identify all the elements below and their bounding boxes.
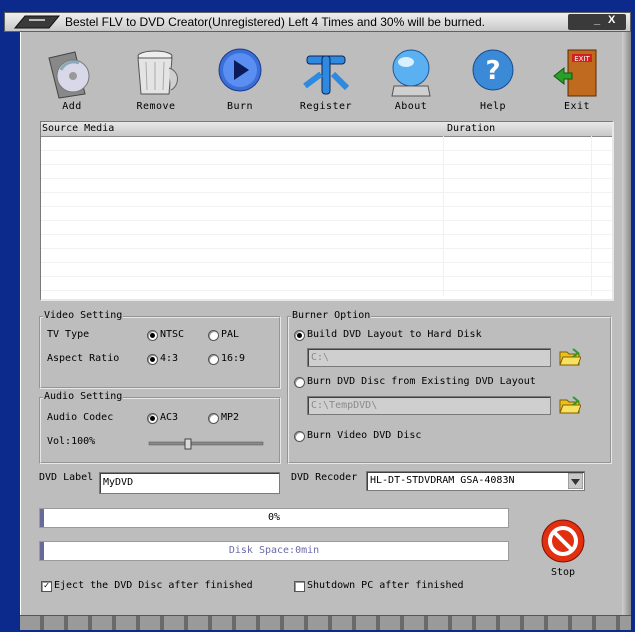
shutdown-label[interactable]: Shutdown PC after finished	[307, 580, 464, 591]
aspect-16-9-label[interactable]: 16:9	[221, 353, 245, 364]
shutdown-checkbox[interactable]	[294, 581, 305, 592]
empty-row	[41, 221, 612, 235]
empty-row	[41, 151, 612, 165]
eject-checkbox[interactable]: ✓	[41, 581, 52, 592]
stop-icon	[541, 519, 585, 563]
empty-row	[41, 277, 612, 291]
burn-button[interactable]: Burn	[206, 46, 274, 112]
source-media-list[interactable]: Source Media Duration	[40, 121, 614, 301]
about-button[interactable]: About	[376, 46, 446, 112]
media-list-header: Source Media Duration	[41, 122, 612, 137]
window-menu-icon[interactable]	[11, 14, 61, 30]
register-label: Register	[299, 101, 353, 112]
burn-existing-label[interactable]: Burn DVD Disc from Existing DVD Layout	[307, 376, 536, 387]
help-label: Help	[479, 101, 507, 112]
window-frame-bottom	[20, 615, 631, 630]
aspect-ratio-label: Aspect Ratio	[47, 353, 120, 364]
play-icon	[218, 48, 262, 92]
volume-label: Vol:100%	[47, 436, 96, 447]
aspect-16-9-radio[interactable]	[208, 354, 219, 365]
burn-existing-radio[interactable]	[294, 377, 305, 388]
svg-text:?: ?	[485, 56, 500, 86]
empty-row	[41, 137, 612, 151]
burn-video-dvd-radio[interactable]	[294, 431, 305, 442]
tv-type-label: TV Type	[47, 329, 90, 340]
disk-space-text: Disk Space:0min	[228, 545, 320, 556]
trash-icon	[137, 50, 178, 95]
exit-button[interactable]: EXIT Exit	[542, 46, 612, 112]
eject-label[interactable]: Eject the DVD Disc after finished	[54, 580, 253, 591]
existing-layout-path-field[interactable]: C:\TempDVD\	[307, 396, 551, 415]
empty-row	[41, 207, 612, 221]
column-duration[interactable]: Duration	[447, 123, 495, 134]
burner-option-title: Burner Option	[291, 310, 372, 321]
build-layout-label[interactable]: Build DVD Layout to Hard Disk	[307, 329, 482, 340]
help-button[interactable]: ? Help	[458, 46, 528, 112]
empty-row	[41, 165, 612, 179]
audio-setting-title: Audio Setting	[43, 391, 124, 402]
stop-label: Stop	[550, 567, 576, 578]
minimize-button[interactable]: _	[594, 14, 600, 26]
aspect-4-3-radio[interactable]	[147, 354, 158, 365]
register-button[interactable]: Register	[290, 46, 362, 112]
burn-label: Burn	[226, 101, 254, 112]
disk-space-fill	[40, 542, 44, 560]
audio-codec-label: Audio Codec	[47, 412, 114, 423]
dvd-label-caption: DVD Label	[39, 472, 94, 483]
layout-path-field[interactable]: C:\	[307, 348, 551, 367]
window-title: Bestel FLV to DVD Creator(Unregistered) …	[65, 15, 485, 29]
register-icon	[303, 55, 350, 95]
add-disc-icon	[48, 51, 90, 99]
disk-space-bar: Disk Space:0min	[39, 541, 509, 561]
column-source-media[interactable]: Source Media	[42, 123, 114, 134]
window-controls: _ X	[568, 14, 626, 30]
mp2-radio[interactable]	[208, 413, 219, 424]
help-icon: ?	[472, 49, 514, 91]
exit-label: Exit	[563, 101, 591, 112]
ntsc-radio[interactable]	[147, 330, 158, 341]
remove-label: Remove	[136, 101, 176, 112]
browse-folder-icon[interactable]	[559, 347, 581, 367]
audio-setting-group: Audio Setting	[39, 391, 281, 464]
app-window: Bestel FLV to DVD Creator(Unregistered) …	[0, 0, 635, 632]
volume-slider-thumb[interactable]	[184, 438, 192, 450]
chevron-down-icon[interactable]	[568, 473, 583, 489]
window-frame-right	[622, 32, 631, 618]
video-setting-title: Video Setting	[43, 310, 124, 321]
pal-radio[interactable]	[208, 330, 219, 341]
close-button[interactable]: X	[608, 14, 615, 26]
pal-label[interactable]: PAL	[221, 329, 239, 340]
progress-fill	[40, 509, 44, 527]
burn-video-dvd-label[interactable]: Burn Video DVD Disc	[307, 430, 421, 441]
aspect-4-3-label[interactable]: 4:3	[160, 353, 178, 364]
dvd-recorder-value: HL-DT-STDVDRAM GSA-4083N	[370, 475, 515, 486]
exit-door-icon: EXIT	[553, 49, 597, 97]
add-label: Add	[62, 101, 82, 112]
add-button[interactable]: Add	[38, 46, 106, 112]
browse-folder-icon[interactable]	[559, 395, 581, 415]
build-layout-radio[interactable]	[294, 330, 305, 341]
ac3-label[interactable]: AC3	[160, 412, 178, 423]
progress-text: 0%	[267, 512, 281, 523]
ntsc-label[interactable]: NTSC	[160, 329, 184, 340]
mp2-label[interactable]: MP2	[221, 412, 239, 423]
empty-row	[41, 193, 612, 207]
empty-row	[41, 235, 612, 249]
empty-row	[41, 179, 612, 193]
svg-text:EXIT: EXIT	[574, 55, 590, 63]
empty-row	[41, 249, 612, 263]
empty-row	[41, 263, 612, 277]
about-label: About	[394, 101, 428, 112]
remove-button[interactable]: Remove	[122, 46, 190, 112]
about-globe-icon	[391, 49, 431, 97]
stop-button[interactable]: Stop	[538, 518, 588, 578]
ac3-radio[interactable]	[147, 413, 158, 424]
volume-slider[interactable]	[148, 438, 264, 450]
progress-bar: 0%	[39, 508, 509, 528]
dvd-label-input[interactable]: MyDVD	[99, 472, 280, 494]
dvd-recorder-caption: DVD Recoder	[291, 472, 358, 483]
dvd-recorder-select[interactable]: HL-DT-STDVDRAM GSA-4083N	[366, 471, 585, 491]
title-bar[interactable]: Bestel FLV to DVD Creator(Unregistered) …	[4, 12, 631, 32]
